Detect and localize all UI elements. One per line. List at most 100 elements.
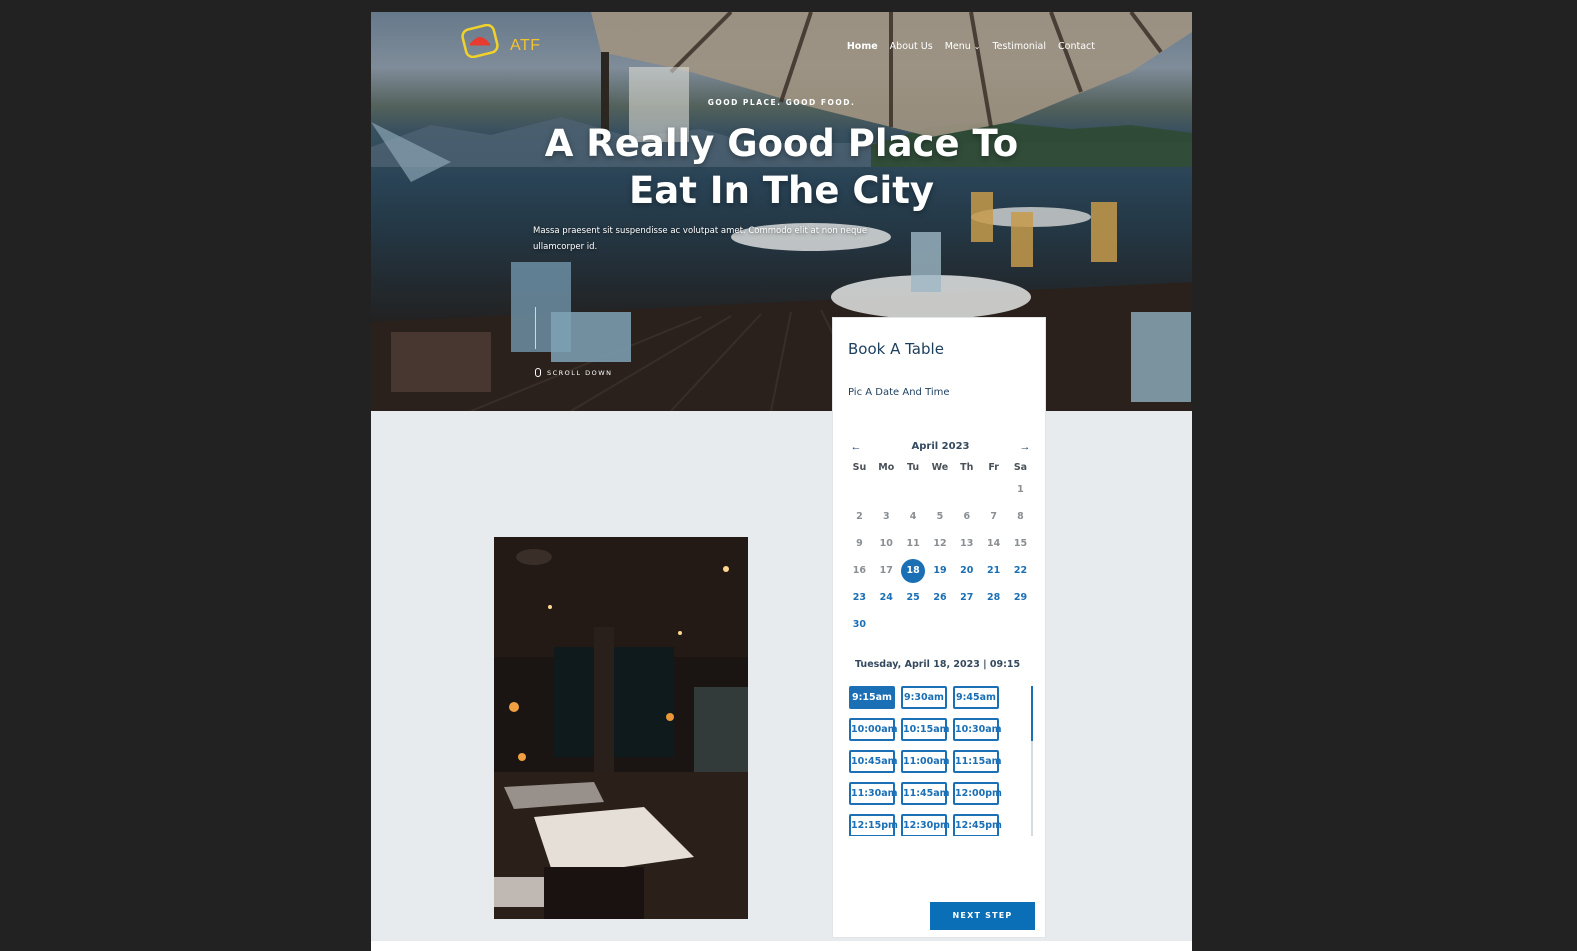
time-slot-button[interactable]: 10:00am: [849, 718, 898, 741]
chevron-down-icon: ⌄: [973, 42, 981, 51]
calendar-day[interactable]: 22: [1007, 565, 1034, 576]
calendar-day: 9: [846, 538, 873, 549]
calendar-day-label: 13: [960, 538, 974, 549]
time-slot-button[interactable]: 10:15am: [901, 718, 950, 741]
calendar-weekday: Sa: [1013, 461, 1028, 473]
nav-item-about-us[interactable]: About Us: [890, 41, 933, 52]
calendar-day[interactable]: 25: [900, 592, 927, 603]
hero-lede: Massa praesent sit suspendisse ac volutp…: [533, 226, 868, 252]
calendar-day-label: 3: [882, 511, 890, 522]
calendar-day-label: 22: [1013, 565, 1028, 576]
time-slot-button[interactable]: 12:15pm: [849, 814, 898, 836]
time-slot-button[interactable]: 10:30am: [953, 718, 1002, 741]
nav-item-menu-label: Menu: [944, 41, 971, 52]
book-table-title: Book A Table: [848, 340, 944, 358]
calendar-day-label: 20: [960, 565, 974, 576]
time-slot-button[interactable]: 10:45am: [849, 750, 898, 773]
scrollbar-thumb[interactable]: [1031, 686, 1033, 741]
time-slot-button[interactable]: 12:45pm: [953, 814, 1002, 836]
calendar-day[interactable]: 21: [980, 565, 1007, 576]
calendar-day-label: 21: [987, 565, 1001, 576]
hero-eyebrow: GOOD PLACE. GOOD FOOD.: [707, 98, 856, 107]
nav-item-home[interactable]: Home: [847, 41, 878, 52]
time-slot-list: 9:15am 9:30am 9:45am 10:00am 10:15am 10:30am 1…: [849, 686, 1021, 836]
hero-headline-line-1: A Really Good Place To: [544, 122, 1019, 165]
page-bottom-strip: [371, 941, 1192, 951]
calendar-day-label: 4: [909, 511, 917, 522]
next-step-button[interactable]: NEXT STEP: [930, 902, 1035, 930]
calendar-day: 4: [900, 511, 927, 522]
calendar-day: 2: [846, 511, 873, 522]
calendar-day[interactable]: 20: [953, 565, 980, 576]
time-slot-scrollbar[interactable]: [1031, 686, 1033, 836]
calendar-day-label: 23: [852, 592, 867, 603]
arrow-right-icon[interactable]: →: [1017, 439, 1033, 455]
calendar-day[interactable]: 27: [953, 592, 980, 603]
time-slot-button[interactable]: 12:00pm: [953, 782, 1002, 805]
time-slot-button[interactable]: 9:15am: [849, 686, 895, 709]
hero-section: ATF Home About Us Menu ⌄ Testimonial Cont…: [371, 12, 1192, 411]
calendar-day: 10: [873, 538, 900, 549]
book-table-card: Book A Table Pic A Date And Time ← April…: [832, 317, 1046, 938]
calendar-day-label: 16: [852, 565, 867, 576]
hero-headline-line-2: Eat In The City: [629, 169, 934, 212]
calendar-day: 16: [846, 565, 873, 576]
calendar-day: 11: [900, 538, 927, 549]
calendar-day-label: 1: [1017, 484, 1024, 495]
time-slot-button[interactable]: 12:30pm: [901, 814, 950, 836]
calendar-day[interactable]: 23: [846, 592, 873, 603]
restaurant-interior-image: [494, 537, 748, 919]
calendar-day-label: 6: [963, 511, 971, 522]
calendar-month: April 2023: [911, 441, 970, 452]
time-slot-row: 10:00am 10:15am 10:30am: [849, 718, 1021, 741]
calendar-day: 3: [873, 511, 900, 522]
page: ATF Home About Us Menu ⌄ Testimonial Cont…: [371, 12, 1192, 951]
calendar-day: 17: [873, 565, 900, 576]
calendar-day[interactable]: 24: [873, 592, 900, 603]
time-slot-button[interactable]: 11:45am: [901, 782, 950, 805]
calendar-day-label: 11: [906, 538, 920, 549]
calendar-day[interactable]: 30: [846, 619, 873, 630]
calendar-day: 1: [1007, 484, 1034, 495]
calendar-day-label: 28: [987, 592, 1001, 603]
calendar-day: 13: [953, 538, 980, 549]
calendar-day: 8: [1007, 511, 1034, 522]
calendar-day[interactable]: 26: [927, 592, 954, 603]
calendar-day-label: 29: [1013, 592, 1028, 603]
calendar-day[interactable]: 19: [927, 565, 954, 576]
calendar-weekday: Fr: [988, 461, 999, 473]
nav-item-testimonial[interactable]: Testimonial: [992, 41, 1046, 52]
calendar-day-label: 15: [1013, 538, 1028, 549]
calendar-day: 15: [1007, 538, 1034, 549]
calendar-day[interactable]: 18: [900, 558, 927, 583]
calendar-weekday: We: [931, 461, 949, 473]
calendar-day-label: 9: [856, 538, 863, 549]
calendar-day-label: 19: [933, 565, 947, 576]
calendar-day: 12: [927, 538, 954, 549]
calendar-week-row: 1: [846, 476, 1034, 503]
calendar-day-label: 17: [879, 565, 893, 576]
calendar-day: 5: [927, 511, 954, 522]
time-slot-button[interactable]: 9:30am: [901, 686, 947, 709]
calendar-day-label: 14: [987, 538, 1001, 549]
calendar-day-label: 30: [852, 619, 867, 630]
time-slot-button[interactable]: 11:15am: [953, 750, 1002, 773]
time-slot-button[interactable]: 9:45am: [953, 686, 999, 709]
time-slot-button[interactable]: 11:00am: [901, 750, 950, 773]
calendar-header: ← April 2023 →: [848, 439, 1033, 455]
calendar-weekday: Mo: [878, 461, 895, 473]
logo-icon[interactable]: [461, 24, 499, 58]
scroll-down-link[interactable]: SCROLL DOWN: [535, 368, 613, 377]
nav-item-contact[interactable]: Contact: [1058, 41, 1095, 52]
calendar-week-row: 23 24 25 26 27 28 29: [846, 584, 1034, 611]
brand-name[interactable]: ATF: [510, 37, 541, 55]
selected-datetime: Tuesday, April 18, 2023 | 09:15: [855, 659, 1021, 670]
calendar-day[interactable]: 28: [980, 592, 1007, 603]
calendar-day-label: 12: [933, 538, 947, 549]
calendar-day[interactable]: 29: [1007, 592, 1034, 603]
nav-item-menu[interactable]: Menu ⌄: [945, 41, 981, 52]
scroll-down-label: SCROLL DOWN: [547, 368, 613, 377]
time-slot-button[interactable]: 11:30am: [849, 782, 898, 805]
calendar-week-row: 2 3 4 5 6 7 8: [846, 503, 1034, 530]
calendar-day: 7: [980, 511, 1007, 522]
